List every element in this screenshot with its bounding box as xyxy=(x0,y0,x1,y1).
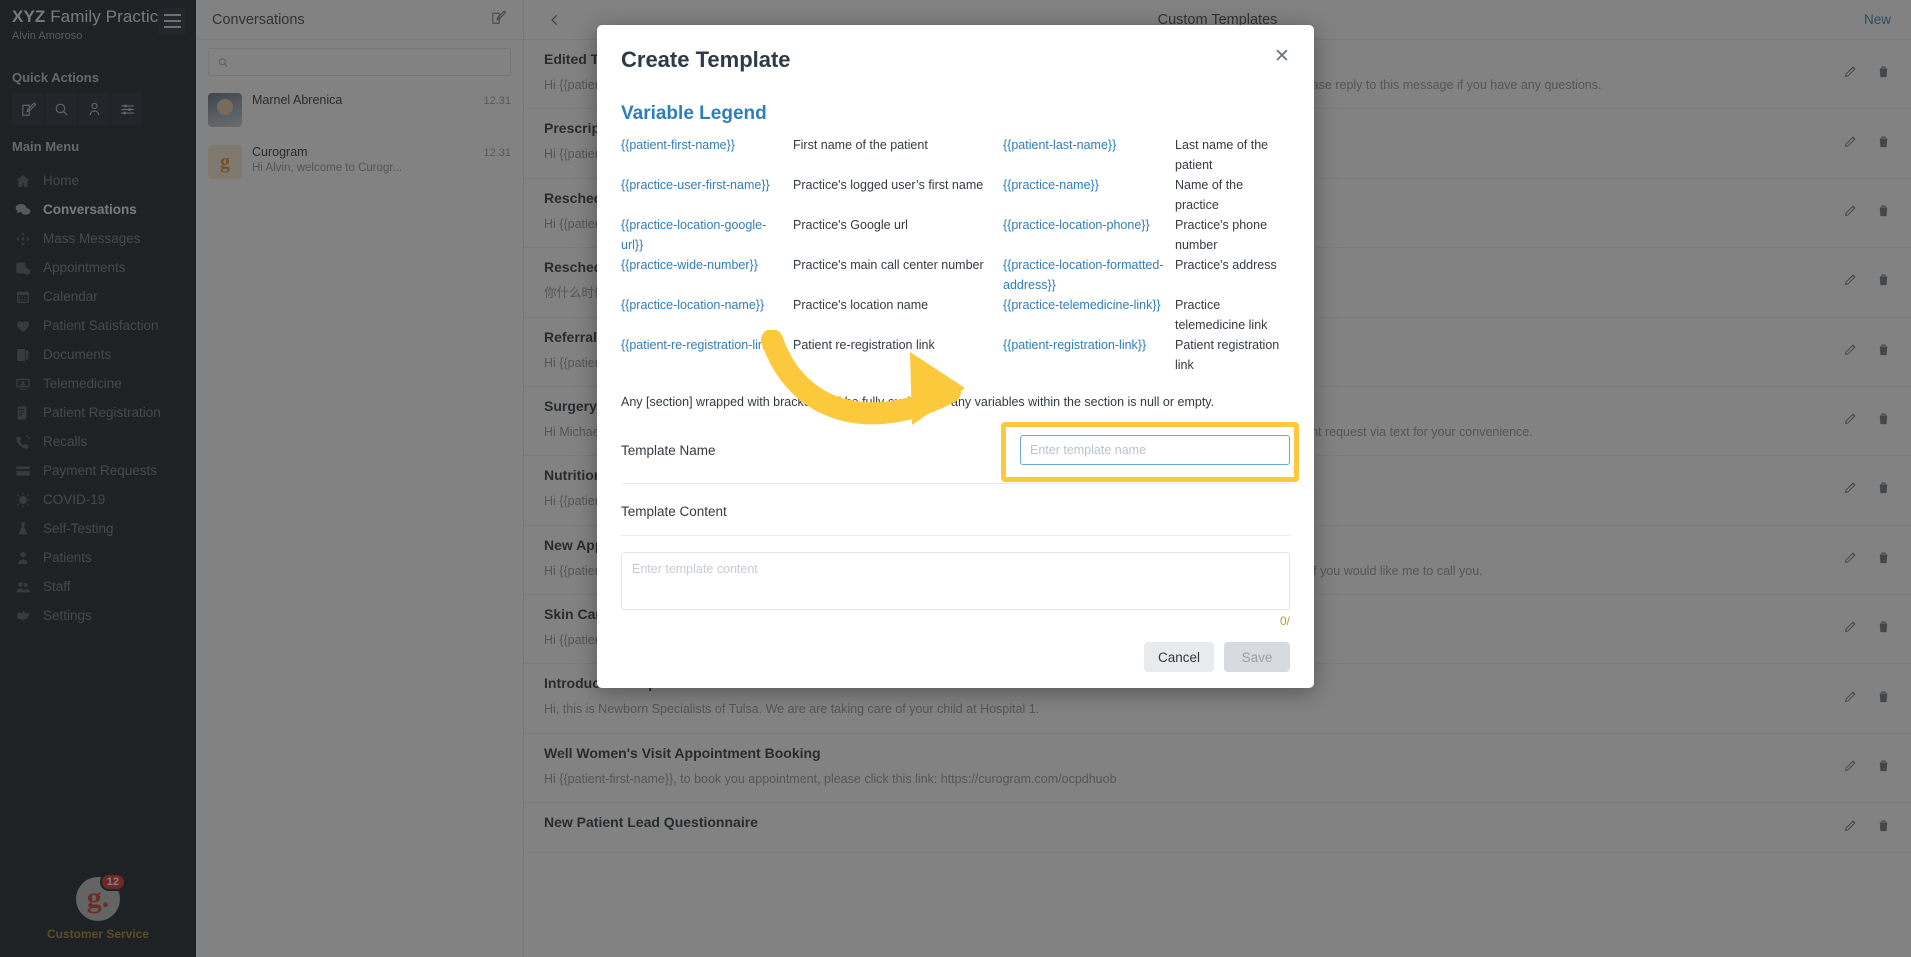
template-name-label: Template Name xyxy=(621,442,716,458)
template-name-input[interactable] xyxy=(1020,435,1290,465)
legend-description: Practice's phone number xyxy=(1175,218,1268,252)
template-name-row: Template Name xyxy=(621,435,1290,484)
legend-description: Practice's main call center number xyxy=(793,258,984,272)
legend-variable: {{practice-name}} xyxy=(1003,178,1099,192)
legend-variable: {{practice-location-name}} xyxy=(621,298,765,312)
modal-title: Create Template xyxy=(621,47,791,72)
legend-description: Practice's location name xyxy=(793,298,929,312)
close-icon[interactable]: ✕ xyxy=(1272,47,1292,67)
legend-note: Any [section] wrapped with brackets will… xyxy=(621,395,1215,409)
legend-variable: {{practice-user-first-name}} xyxy=(621,178,770,192)
modal-actions: Cancel Save xyxy=(621,642,1290,672)
legend-description: First name of the patient xyxy=(793,138,928,152)
create-template-modal: Create Template ✕ Variable Legend {{pati… xyxy=(597,25,1314,688)
legend-variable: {{patient-last-name}} xyxy=(1003,138,1117,152)
legend-variable: {{practice-wide-number}} xyxy=(621,258,758,272)
legend-variable: {{practice-telemedicine-link}} xyxy=(1003,298,1161,312)
legend-description: Patient re-registration link xyxy=(793,338,935,352)
legend-variable: {{patient-first-name}} xyxy=(621,138,735,152)
template-content-label: Template Content xyxy=(621,504,727,519)
legend-description: Patient registration link xyxy=(1175,338,1280,372)
legend-variable: {{patient-re-registration-link}} xyxy=(621,338,780,352)
legend-variable: {{patient-registration-link}} xyxy=(1003,338,1147,352)
variable-legend-title: Variable Legend xyxy=(621,103,767,124)
divider xyxy=(621,535,1290,536)
variable-legend-table: {{patient-first-name}} First name of the … xyxy=(621,135,1290,375)
legend-description: Practice's address xyxy=(1175,258,1277,272)
legend-description: Practice's logged user’s first name xyxy=(793,178,984,192)
legend-description: Practice telemedicine link xyxy=(1175,298,1268,332)
character-counter: 0/ xyxy=(1279,614,1290,628)
template-content-textarea[interactable] xyxy=(621,552,1290,610)
cancel-button[interactable]: Cancel xyxy=(1143,642,1214,672)
save-button: Save xyxy=(1224,642,1290,672)
legend-description: Last name of the patient xyxy=(1175,138,1269,172)
legend-variable: {{practice-location-phone}} xyxy=(1003,218,1150,232)
legend-variable: {{practice-location-formatted-address}} xyxy=(1003,258,1164,292)
legend-variable: {{practice-location-google-url}} xyxy=(621,218,767,252)
legend-description: Name of the practice xyxy=(1175,178,1244,212)
legend-description: Practice's Google url xyxy=(793,218,908,232)
